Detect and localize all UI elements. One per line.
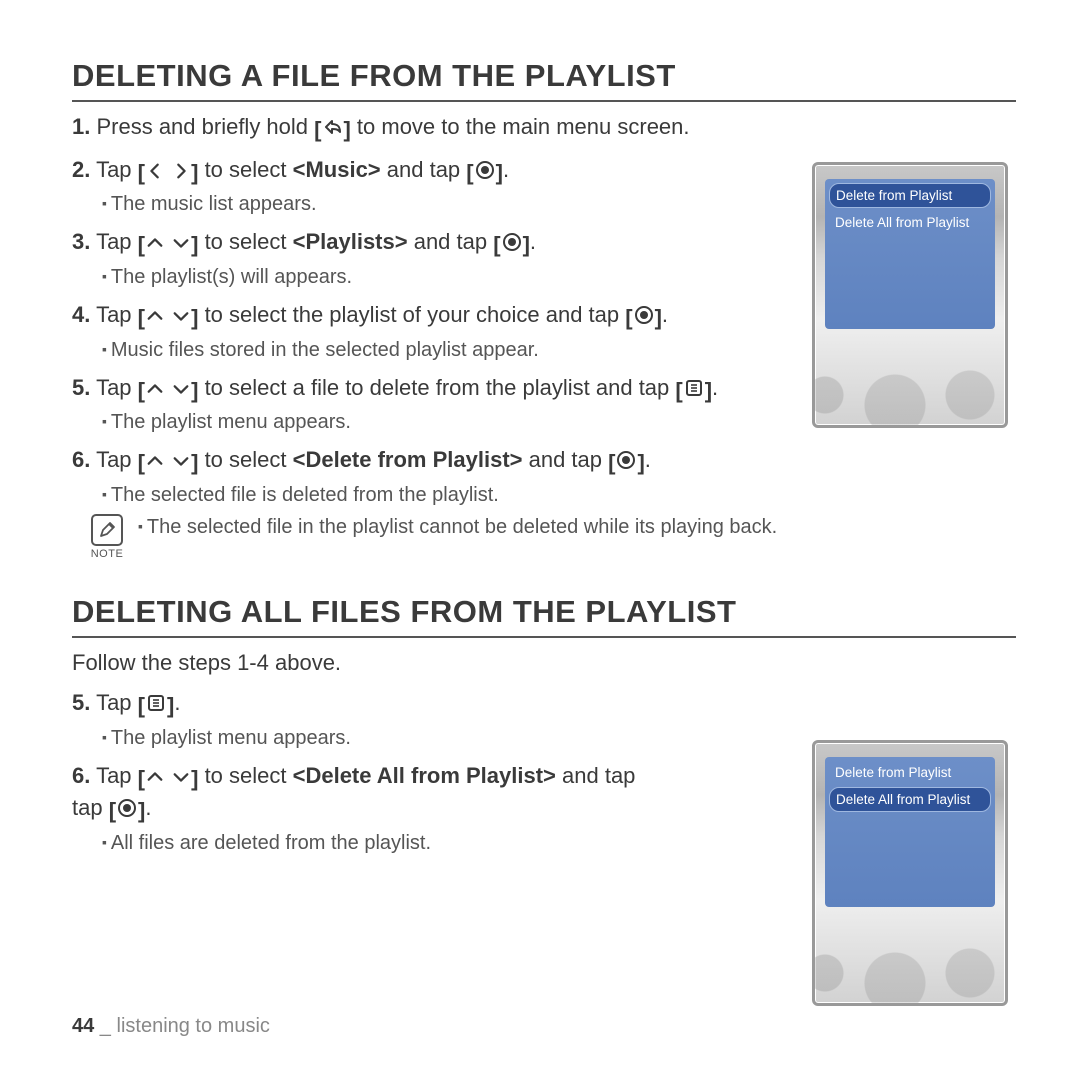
device-menu-item: Delete from Playlist (829, 761, 991, 784)
note-text: The selected file in the playlist cannot… (138, 516, 777, 539)
menu-icon (683, 376, 705, 406)
select-icon (615, 448, 637, 478)
down-icon (171, 303, 191, 333)
device-menu-item-selected: Delete All from Playlist (829, 787, 991, 812)
step-5-sub: The playlist menu appears. (102, 409, 782, 435)
down-icon (171, 376, 191, 406)
select-icon (116, 796, 138, 826)
step-6-sub: The selected file is deleted from the pl… (102, 482, 1002, 508)
up-icon (145, 303, 165, 333)
device-screen: Delete from Playlist Delete All from Pla… (825, 757, 995, 907)
left-icon (145, 158, 165, 188)
device-illustration-1: Delete from Playlist Delete All from Pla… (812, 162, 1008, 428)
note-icon (91, 514, 123, 546)
section2-step-6-sub: All files are deleted from the playlist. (102, 830, 782, 856)
page-number: 44 (72, 1015, 94, 1037)
step-3-sub: The playlist(s) will appears. (102, 264, 782, 290)
select-icon (474, 158, 496, 188)
down-icon (171, 448, 191, 478)
step-4: 4. Tap [ ] to select the playlist of you… (72, 300, 782, 333)
step-5: 5. Tap [ ] to select a file to delete fr… (72, 373, 782, 406)
section2-step-5: 5. Tap []. (72, 688, 782, 721)
section2-step-5-sub: The playlist menu appears. (102, 725, 782, 751)
note-row: NOTE The selected file in the playlist c… (72, 514, 972, 560)
note-label: NOTE (90, 548, 124, 560)
device-illustration-2: Delete from Playlist Delete All from Pla… (812, 740, 1008, 1006)
down-icon (171, 230, 191, 260)
section2-title: DELETING ALL FILES FROM THE PLAYLIST (72, 594, 1016, 638)
up-icon (145, 376, 165, 406)
step-3: 3. Tap [ ] to select <Playlists> and tap… (72, 227, 782, 260)
right-icon (171, 158, 191, 188)
section2-intro: Follow the steps 1-4 above. (72, 648, 782, 678)
step-2: 2. Tap [ ] to select <Music> and tap []. (72, 155, 782, 188)
device-screen: Delete from Playlist Delete All from Pla… (825, 179, 995, 329)
section1-title: DELETING A FILE FROM THE PLAYLIST (72, 58, 1016, 102)
device-menu-item: Delete All from Playlist (829, 211, 991, 234)
select-icon (633, 303, 655, 333)
up-icon (145, 230, 165, 260)
step-6: 6. Tap [ ] to select <Delete from Playli… (72, 445, 972, 478)
section2-step-6: 6. Tap [ ] to select <Delete All from Pl… (72, 761, 782, 826)
step-1: 1. Press and briefly hold [] to move to … (72, 112, 782, 145)
up-icon (145, 764, 165, 794)
menu-icon (145, 691, 167, 721)
page-footer: 44 _ listening to music (72, 1015, 270, 1038)
step-4-sub: Music files stored in the selected playl… (102, 337, 782, 363)
down-icon (171, 764, 191, 794)
up-icon (145, 448, 165, 478)
chapter-name: listening to music (117, 1015, 270, 1037)
back-icon (321, 115, 343, 145)
select-icon (501, 230, 523, 260)
step-2-sub: The music list appears. (102, 191, 782, 217)
device-menu-item-selected: Delete from Playlist (829, 183, 991, 208)
